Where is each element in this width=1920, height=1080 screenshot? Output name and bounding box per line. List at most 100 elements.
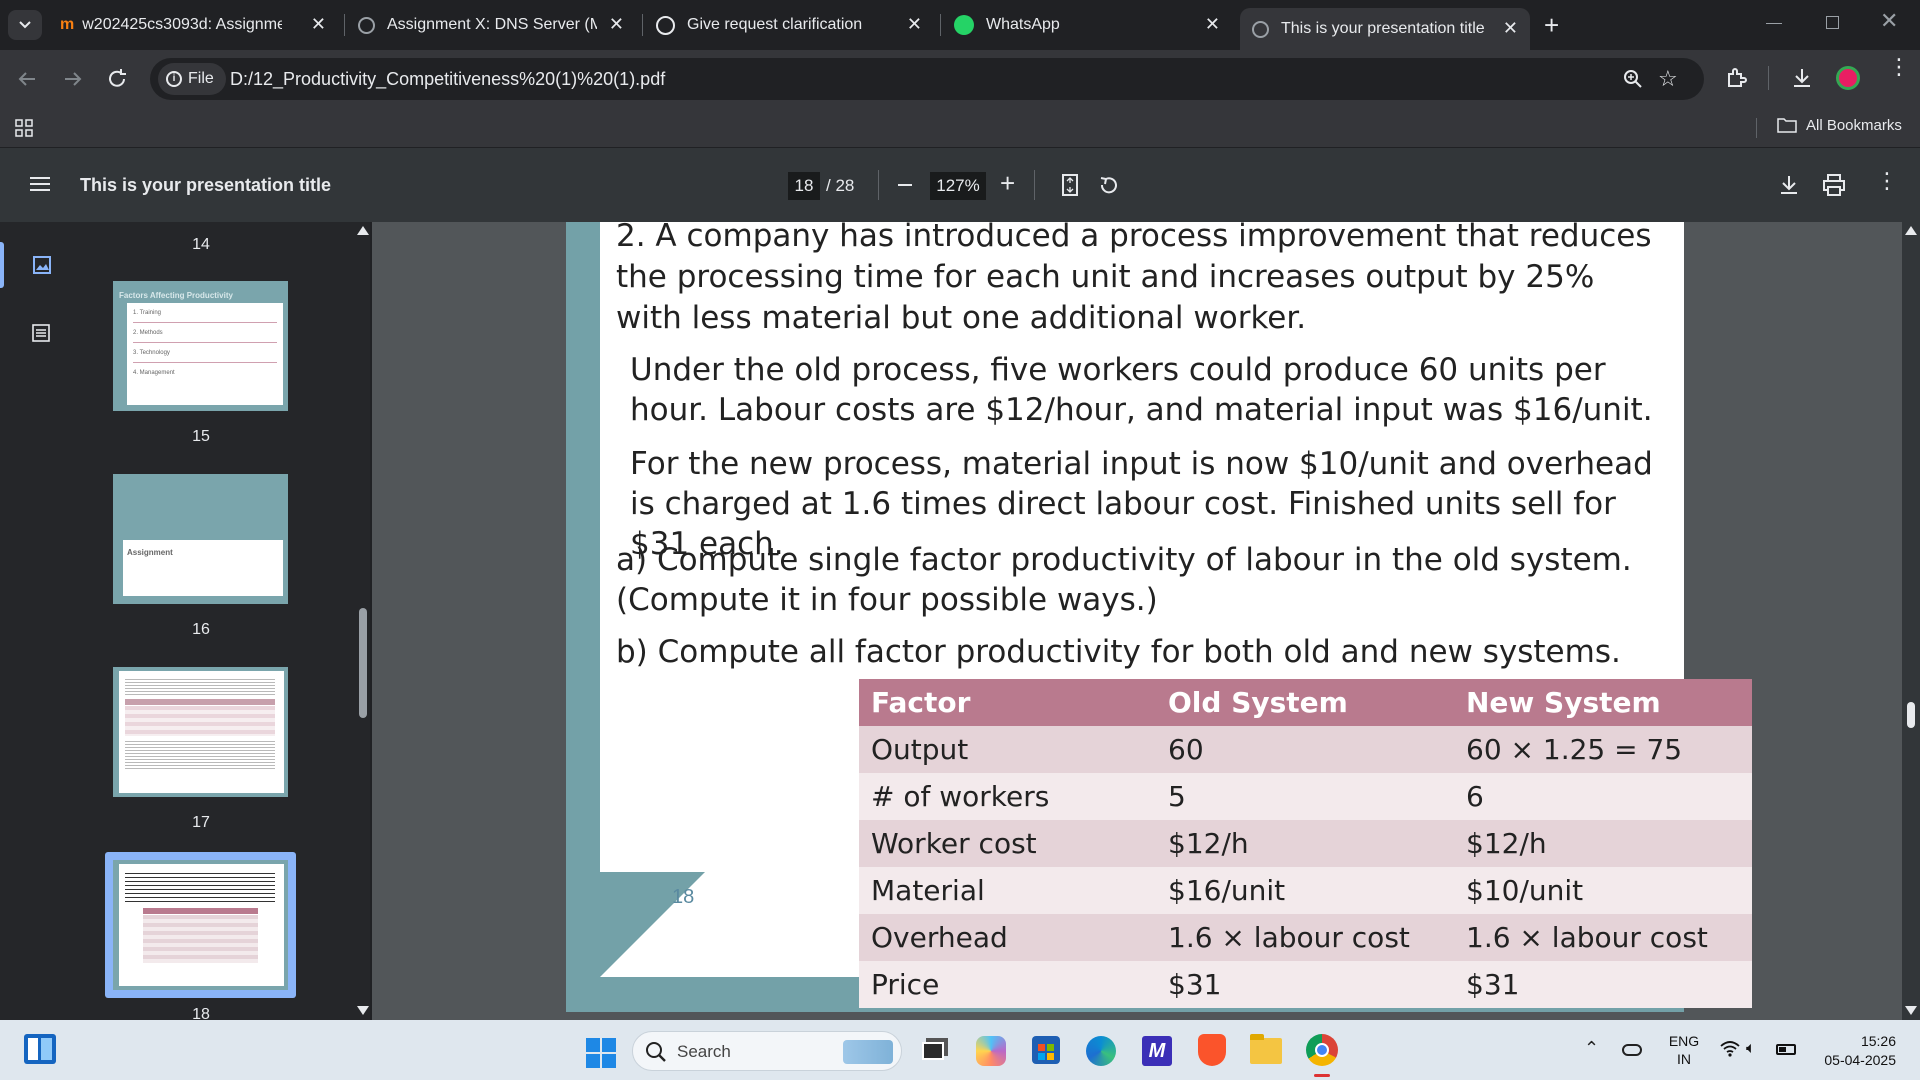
table-row: Price $31 $31 [859, 961, 1752, 1008]
folder-icon [1777, 118, 1797, 133]
arrow-left-icon [18, 72, 35, 86]
table-cell: $31 [1156, 961, 1454, 1008]
thumb-item: 2. Methods [133, 330, 163, 336]
close-tab-icon[interactable]: ✕ [1503, 18, 1518, 39]
address-bar[interactable]: i File D:/12_Productivity_Competitivenes… [150, 58, 1704, 100]
globe-icon [358, 16, 375, 34]
question-text: 2. A company has introduced a process im… [616, 222, 1652, 336]
tab-whatsapp[interactable]: WhatsApp ✕ [946, 8, 1232, 42]
viewer-scrollbar[interactable] [1902, 222, 1920, 1020]
thumbnail-label: 15 [192, 428, 210, 445]
start-button[interactable] [586, 1038, 616, 1068]
close-tab-icon[interactable]: ✕ [1205, 14, 1220, 35]
slide-page-number: 18 [672, 886, 695, 908]
new-tab-button[interactable]: + [1544, 10, 1559, 41]
table-row: Material $16/unit $10/unit [859, 867, 1752, 914]
restore-button[interactable] [1826, 16, 1839, 29]
wifi-icon[interactable] [1720, 1040, 1740, 1063]
pdf-print-button[interactable] [1822, 174, 1846, 201]
sidebar-scrollbar[interactable] [356, 222, 370, 1020]
brave-icon[interactable] [1198, 1034, 1226, 1066]
zoom-out-button[interactable] [898, 184, 912, 186]
pdf-sidebar-toggle[interactable] [30, 176, 50, 197]
close-window-button[interactable]: ✕ [1880, 8, 1898, 34]
tab-separator [344, 14, 345, 36]
vscode-like-icon[interactable]: M [1142, 1036, 1172, 1066]
printer-icon [1823, 174, 1845, 196]
volume-icon[interactable]: 🔈︎ [1746, 1040, 1756, 1058]
table-cell: 5 [1156, 773, 1454, 820]
rotate-button[interactable] [1098, 174, 1120, 201]
fit-page-button[interactable] [1062, 174, 1078, 201]
copilot-icon[interactable] [976, 1036, 1006, 1066]
thumbnail-page-18-selected[interactable] [105, 852, 296, 998]
zoom-button[interactable] [1622, 68, 1644, 95]
viewer-scrollbar-thumb[interactable] [1907, 702, 1915, 728]
tray-overflow-button[interactable]: ⌃ [1584, 1038, 1599, 1059]
language-indicator[interactable]: ENG IN [1666, 1032, 1702, 1068]
tab-presentation-active[interactable]: This is your presentation title ✕ [1240, 8, 1530, 50]
microsoft-store-icon[interactable] [1032, 1036, 1060, 1064]
widgets-button[interactable] [24, 1034, 56, 1064]
downloads-button[interactable] [1790, 66, 1814, 95]
edge-icon[interactable] [1086, 1036, 1116, 1066]
battery-icon[interactable] [1776, 1044, 1796, 1055]
zoom-level-input[interactable]: 127% [930, 172, 986, 200]
thumbnail-page-16[interactable]: Assignment [113, 474, 288, 604]
lang-bottom: IN [1677, 1051, 1691, 1067]
tab-dns-assignment[interactable]: Assignment X: DNS Server (Mas ✕ [350, 8, 636, 42]
sidebar-scrollbar-thumb[interactable] [359, 608, 367, 718]
thumbnail-view-button[interactable] [0, 236, 60, 296]
onedrive-status-icon[interactable] [1622, 1044, 1642, 1056]
bookmarks-bar: All Bookmarks [0, 108, 1920, 148]
close-tab-icon[interactable]: ✕ [609, 14, 624, 35]
rotate-icon [1100, 177, 1117, 194]
minimize-button[interactable] [1766, 12, 1782, 28]
browser-menu-button[interactable]: ⋮ [1888, 56, 1910, 78]
pdf-viewer[interactable]: 2. A company has introduced a process im… [372, 222, 1902, 1020]
pdf-more-button[interactable]: ⋮ [1876, 168, 1898, 194]
factor-table: Factor Old System New System Output 60 6… [859, 679, 1752, 1008]
clock[interactable]: 15:26 05-04-2025 [1816, 1032, 1896, 1070]
bookmarks-separator [1756, 118, 1757, 138]
apps-grid-button[interactable] [14, 118, 34, 143]
toolbar-separator [1768, 66, 1769, 90]
table-row: Overhead 1.6 × labour cost 1.6 × labour … [859, 914, 1752, 961]
file-scheme-label: File [188, 70, 214, 87]
zoom-in-button[interactable]: + [1000, 168, 1015, 199]
tab-search-button[interactable] [8, 10, 42, 40]
reload-button[interactable] [106, 68, 128, 95]
thumb-item: 4. Management [133, 370, 175, 376]
extensions-button[interactable] [1724, 66, 1748, 95]
table-cell: Price [859, 961, 1156, 1008]
old-process-text: Under the old process, five workers coul… [630, 352, 1653, 428]
table-cell: Overhead [859, 914, 1156, 961]
all-bookmarks-button[interactable]: All Bookmarks [1776, 116, 1902, 134]
close-tab-icon[interactable]: ✕ [907, 14, 922, 35]
thumbnail-label: 17 [192, 814, 210, 831]
outline-view-button[interactable] [32, 324, 50, 347]
thumbnail-page-17[interactable] [113, 667, 288, 797]
bookmark-star-button[interactable]: ☆ [1658, 66, 1678, 92]
table-header-cell: Old System [1156, 679, 1454, 726]
page-number-input[interactable]: 18 [788, 172, 820, 200]
profile-avatar[interactable] [1836, 66, 1860, 90]
url-text[interactable]: D:/12_Productivity_Competitiveness%20(1)… [230, 69, 665, 90]
task-view-icon[interactable] [922, 1042, 944, 1060]
download-icon [1781, 176, 1797, 194]
file-explorer-icon[interactable] [1250, 1034, 1282, 1064]
chrome-icon[interactable] [1306, 1034, 1338, 1066]
site-info-chip[interactable]: i File [158, 63, 226, 95]
table-cell: $12/h [1454, 820, 1752, 867]
taskbar-search-box[interactable]: Search [632, 1031, 902, 1071]
pdf-download-button[interactable] [1778, 174, 1800, 201]
tab-assignment-w2024[interactable]: m w202425cs3093d: Assignment ✕ [52, 8, 338, 42]
search-icon [646, 1042, 666, 1062]
thumbnail-page-15[interactable]: Factors Affecting Productivity 1. Traini… [113, 281, 288, 411]
table-cell: 1.6 × labour cost [1156, 914, 1454, 961]
back-button[interactable] [16, 68, 38, 95]
forward-button[interactable] [62, 68, 84, 95]
table-cell: $31 [1454, 961, 1752, 1008]
close-tab-icon[interactable]: ✕ [311, 14, 326, 35]
tab-clarification[interactable]: Give request clarification ✕ [648, 8, 934, 42]
